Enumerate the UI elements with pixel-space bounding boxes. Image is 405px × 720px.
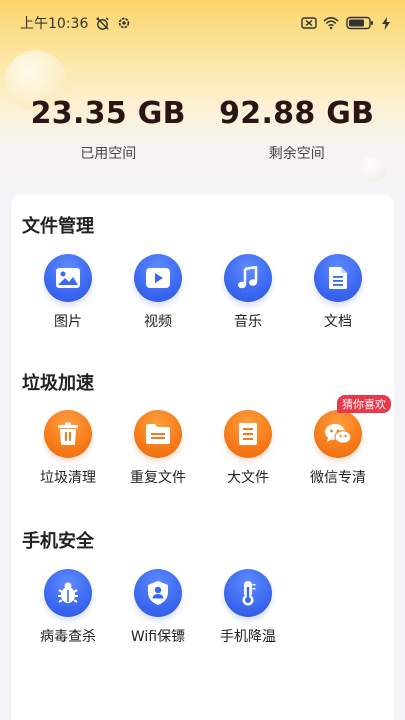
battery-icon [345, 15, 375, 31]
tool-junk-clean[interactable]: 垃圾清理 [23, 410, 113, 487]
wifi-icon [323, 15, 339, 31]
large-file-icon [224, 410, 272, 458]
status-time: 上午10:36 [20, 16, 89, 32]
used-space-label: 已用空间 [80, 146, 137, 162]
junk-speedup-grid: 垃圾清理 重复文件 大文件 猜你喜欢 微信专清 [11, 395, 394, 487]
recommend-badge: 猜你喜欢 [337, 395, 391, 413]
document-icon [314, 254, 362, 302]
tool-label: 文档 [324, 314, 352, 330]
tool-videos[interactable]: 视频 [113, 254, 203, 331]
section-title-file-management: 文件管理 [22, 216, 94, 237]
sim-off-icon [301, 15, 317, 31]
settings-gear-icon [116, 15, 132, 31]
tool-label: 微信专清 [310, 470, 366, 486]
bug-icon [44, 569, 92, 617]
music-icon [224, 254, 272, 302]
wechat-icon [314, 410, 362, 458]
tool-label: 视频 [144, 314, 172, 330]
alarm-off-icon [94, 15, 110, 31]
tool-label: 重复文件 [130, 470, 186, 486]
charging-icon [381, 15, 391, 31]
used-space: 23.35 GB 已用空间 [0, 96, 203, 163]
trash-icon [44, 410, 92, 458]
tool-label: 图片 [54, 314, 82, 330]
tool-label: 垃圾清理 [40, 470, 96, 486]
tools-card: 文件管理 图片 视频 音乐 文档 垃圾加速 垃圾清理 重复文件 大文件 猜你喜欢… [11, 194, 394, 720]
tool-phone-cooling[interactable]: 手机降温 [203, 569, 293, 646]
storage-summary: 23.35 GB 已用空间 92.88 GB 剩余空间 [0, 96, 405, 163]
tool-images[interactable]: 图片 [23, 254, 113, 331]
tool-virus-scan[interactable]: 病毒查杀 [23, 569, 113, 646]
tool-label: 手机降温 [220, 629, 276, 645]
tool-label: 大文件 [227, 470, 269, 486]
tool-duplicate-files[interactable]: 重复文件 [113, 410, 203, 487]
phone-security-grid: 病毒查杀 Wifi保镖 手机降温 [11, 569, 394, 646]
tool-documents[interactable]: 文档 [293, 254, 383, 331]
tool-music[interactable]: 音乐 [203, 254, 293, 331]
status-bar: 上午10:36 [0, 0, 405, 46]
free-space-label: 剩余空间 [268, 146, 325, 162]
used-space-value: 23.35 GB [30, 96, 186, 131]
section-title-phone-security: 手机安全 [22, 531, 94, 552]
tool-wechat-clean[interactable]: 猜你喜欢 微信专清 [293, 395, 391, 487]
file-management-grid: 图片 视频 音乐 文档 [11, 254, 394, 331]
duplicate-folder-icon [134, 410, 182, 458]
thermometer-icon [224, 569, 272, 617]
tool-large-files[interactable]: 大文件 [203, 410, 293, 487]
tool-wifi-guard[interactable]: Wifi保镖 [113, 569, 203, 646]
tool-label: 病毒查杀 [40, 629, 96, 645]
image-icon [44, 254, 92, 302]
free-space: 92.88 GB 剩余空间 [203, 96, 405, 163]
free-space-value: 92.88 GB [219, 96, 375, 131]
tool-label: 音乐 [234, 314, 262, 330]
tool-label: Wifi保镖 [130, 629, 186, 645]
video-icon [134, 254, 182, 302]
section-title-junk-speedup: 垃圾加速 [22, 373, 94, 394]
shield-user-icon [134, 569, 182, 617]
